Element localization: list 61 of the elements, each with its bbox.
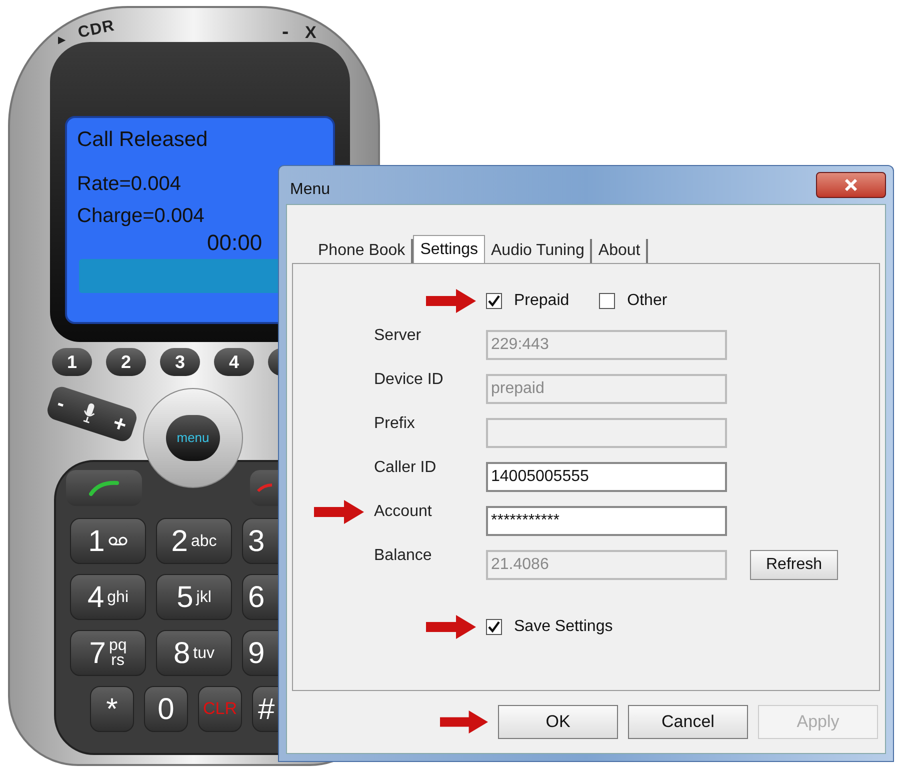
voicemail-icon xyxy=(108,536,128,546)
phone-handset-icon xyxy=(89,480,119,496)
checkbox-box[interactable] xyxy=(486,619,502,635)
keypad-key[interactable]: * xyxy=(90,686,134,732)
key-letters: jkl xyxy=(196,590,212,604)
checkmark-icon xyxy=(488,621,500,633)
checkbox[interactable]: Save Settings xyxy=(486,615,613,639)
call-info: Rate=0.004 xyxy=(77,172,181,196)
call-button[interactable] xyxy=(66,470,142,506)
key-digit: 2 xyxy=(171,524,188,560)
key-digit: # xyxy=(258,692,275,728)
volume-up-label: + xyxy=(109,408,132,440)
input-field[interactable]: 14005005555 xyxy=(486,462,727,492)
checkmark-icon xyxy=(488,295,500,307)
checkbox-label: Prepaid xyxy=(514,291,570,311)
window-title: Menu xyxy=(289,180,330,200)
volume-down-label: - xyxy=(53,391,68,418)
checkbox-label: Save Settings xyxy=(514,617,613,637)
keypad-key[interactable]: 0 xyxy=(144,686,188,732)
field-label: Balance xyxy=(374,546,433,566)
call-timer: 00:00 xyxy=(207,230,262,256)
key-digit: 0 xyxy=(158,692,174,728)
brand-label: CDR xyxy=(76,18,116,42)
key-letters: pq xyxy=(108,638,127,653)
key-digit: 4 xyxy=(87,580,104,616)
checkbox-box[interactable] xyxy=(599,293,616,309)
field-label: Device ID xyxy=(374,370,444,390)
checkbox-label: Other xyxy=(627,291,668,311)
dialog-button[interactable]: Cancel xyxy=(628,705,748,739)
key-digit: 9 xyxy=(248,636,265,672)
key-digit: 7 xyxy=(89,636,106,672)
key-digit: 1 xyxy=(88,524,105,560)
key-digit: 5 xyxy=(176,580,194,616)
call-status: Call Released xyxy=(77,128,208,152)
field-label: Prefix xyxy=(374,414,416,434)
phone-handset-icon xyxy=(256,483,274,493)
key-digit: * xyxy=(106,692,118,728)
input-field[interactable]: *********** xyxy=(486,506,727,536)
call-info: Charge=0.004 xyxy=(77,204,204,228)
field-label: Account xyxy=(374,502,433,522)
triangle-icon[interactable]: ▶ xyxy=(58,36,66,46)
key-letters: rs xyxy=(111,653,124,668)
close-icon xyxy=(844,179,858,191)
field-label: Server xyxy=(374,326,422,346)
key-digit: 8 xyxy=(173,636,190,672)
close-button[interactable] xyxy=(816,172,886,198)
minimize-button[interactable]: - xyxy=(282,22,289,42)
menu-button[interactable]: menu xyxy=(166,415,220,461)
checkbox[interactable]: Other xyxy=(599,289,668,313)
field-label: Caller ID xyxy=(374,458,438,478)
key-letters: abc xyxy=(190,534,217,548)
dialog-button[interactable]: OK xyxy=(498,705,618,739)
key-digit: 6 xyxy=(248,580,265,616)
close-button[interactable]: X xyxy=(305,24,316,41)
key-letters: ghi xyxy=(107,590,129,604)
checkbox-box[interactable] xyxy=(486,293,502,309)
key-digit: 3 xyxy=(248,524,265,560)
key-letters: tuv xyxy=(193,646,215,660)
keypad-key[interactable]: 1 xyxy=(70,518,146,564)
tab[interactable]: Settings xyxy=(413,235,485,263)
checkbox[interactable]: Prepaid xyxy=(486,289,570,313)
